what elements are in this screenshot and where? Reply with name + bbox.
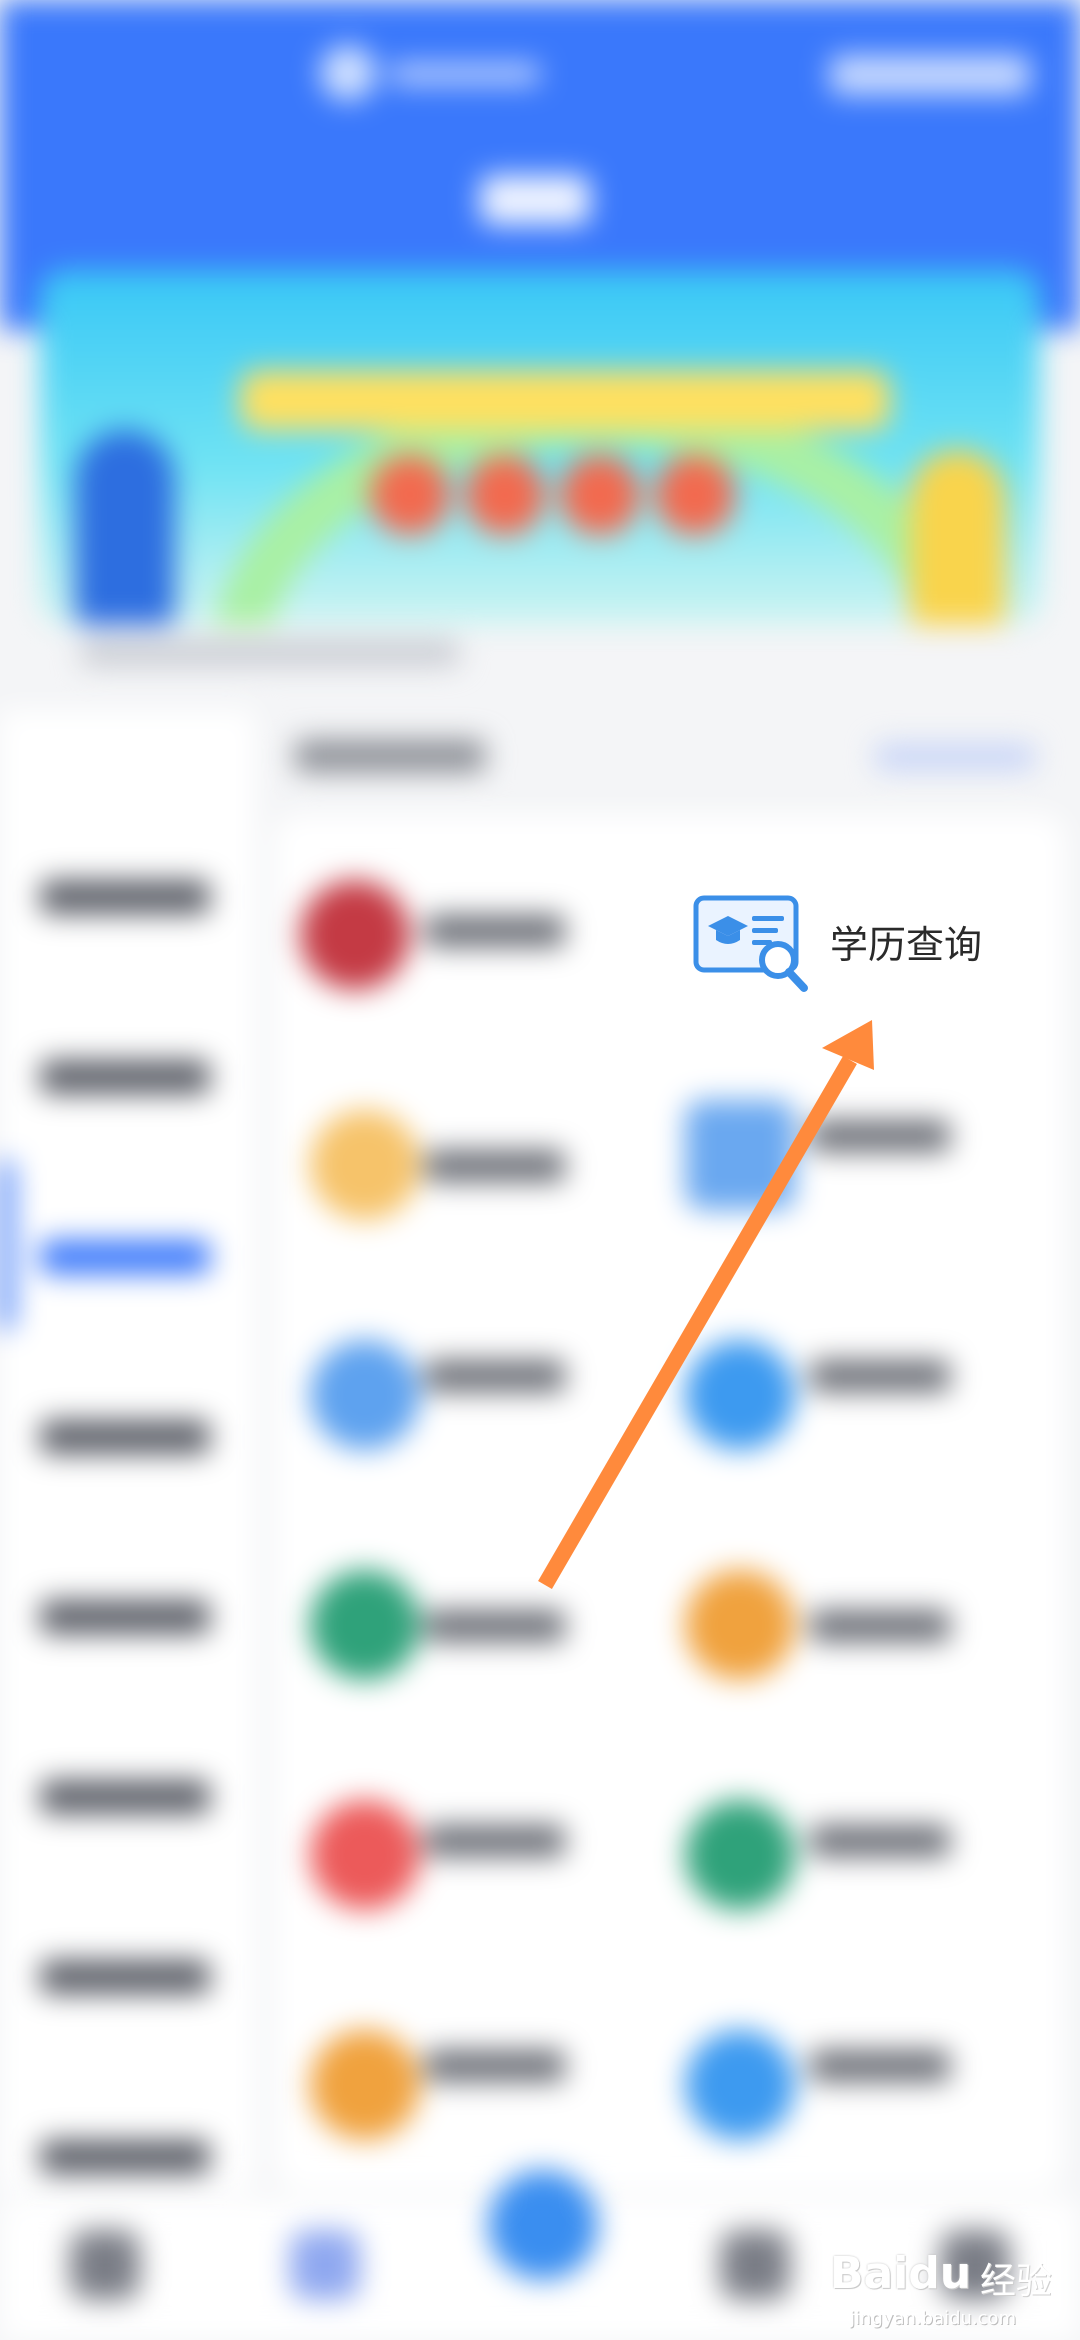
watermark-brand-cn: 经验 (980, 2261, 1053, 2302)
baidu-watermark: Baidu 经验 jingyan.baidu.com (830, 2230, 1070, 2330)
watermark-brand: Baidu (830, 2248, 972, 2299)
watermark-site: jingyan.baidu.com (850, 2308, 1017, 2329)
annotation-arrow-icon (538, 1020, 874, 1590)
